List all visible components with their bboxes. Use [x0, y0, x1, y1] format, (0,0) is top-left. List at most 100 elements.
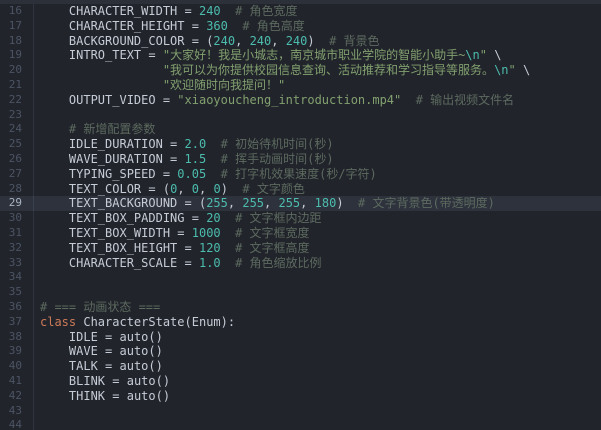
code-line-40[interactable]: 40 TALK = auto() — [0, 359, 601, 374]
code-line-29[interactable]: 29 TEXT_BACKGROUND = (255, 255, 255, 180… — [0, 196, 601, 211]
line-number[interactable]: 40 — [0, 359, 34, 374]
token-st: " — [509, 63, 516, 77]
code-line-25[interactable]: 25 IDLE_DURATION = 2.0 # 初始待机时间(秒) — [0, 137, 601, 152]
code-line-42[interactable]: 42 THINK = auto() — [0, 389, 601, 404]
token-id: BLINK — [69, 374, 105, 388]
token-pu: () — [148, 359, 162, 373]
line-number[interactable]: 18 — [0, 34, 34, 49]
code-line-16[interactable]: 16 CHARACTER_WIDTH = 240 # 角色宽度 — [0, 4, 601, 19]
line-number[interactable]: 28 — [0, 182, 34, 197]
token-ws — [40, 226, 69, 240]
line-number[interactable]: 38 — [0, 330, 34, 345]
token-pu: () — [148, 344, 162, 358]
token-es: \n — [494, 63, 508, 77]
code-line-36[interactable]: 36# === 动画状态 === — [0, 300, 601, 315]
line-number[interactable]: 41 — [0, 374, 34, 389]
line-number[interactable]: 29 — [0, 196, 34, 211]
code-area[interactable]: 16 CHARACTER_WIDTH = 240 # 角色宽度17 CHARAC… — [0, 4, 601, 430]
token-ws — [40, 78, 163, 92]
code-line-content: OUTPUT_VIDEO = "xiaoyoucheng_introductio… — [34, 93, 601, 108]
code-line-23[interactable]: 23 — [0, 108, 601, 123]
line-number[interactable]: 25 — [0, 137, 34, 152]
token-pu: , — [300, 196, 314, 210]
code-line-17[interactable]: 17 CHARACTER_HEIGHT = 360 # 角色高度 — [0, 19, 601, 34]
line-number[interactable]: 23 — [0, 108, 34, 123]
code-line-content: class CharacterState(Enum): — [34, 315, 601, 330]
token-ws — [40, 34, 69, 48]
code-line-44[interactable]: 44 — [0, 418, 601, 430]
code-line-31[interactable]: 31 TEXT_BOX_WIDTH = 1000 # 文字框宽度 — [0, 226, 601, 241]
line-number[interactable]: 31 — [0, 226, 34, 241]
code-line-18[interactable]: 18 BACKGROUND_COLOR = (240, 240, 240) # … — [0, 34, 601, 49]
code-line-19[interactable]: 19 INTRO_TEXT = "大家好！我是小城志，南京城市职业学院的智能小助… — [0, 48, 601, 63]
code-line-content: # 新增配置参数 — [34, 122, 601, 137]
token-pu: ) — [336, 196, 343, 210]
token-pu: , — [177, 182, 191, 196]
token-op: = — [177, 4, 199, 18]
token-pu: ( — [163, 182, 170, 196]
token-st: "我可以为你提供校园信息查询、活动推荐和学习指导等服务。 — [163, 63, 494, 77]
code-line-30[interactable]: 30 TEXT_BOX_PADDING = 20 # 文字框内边距 — [0, 211, 601, 226]
token-ws — [40, 374, 69, 388]
token-cm: # 文字颜色 — [228, 182, 305, 196]
line-number[interactable]: 34 — [0, 270, 34, 285]
code-line-34[interactable]: 34 — [0, 270, 601, 285]
token-op: = — [105, 374, 127, 388]
code-line-21[interactable]: 21 "欢迎随时向我提问！" — [0, 78, 601, 93]
line-number[interactable]: 32 — [0, 241, 34, 256]
token-ws — [40, 330, 69, 344]
token-ws — [40, 211, 69, 225]
code-line-28[interactable]: 28 TEXT_COLOR = (0, 0, 0) # 文字颜色 — [0, 182, 601, 197]
line-number[interactable]: 20 — [0, 63, 34, 78]
line-number[interactable]: 24 — [0, 122, 34, 137]
token-id: auto — [127, 374, 156, 388]
line-number[interactable]: 26 — [0, 152, 34, 167]
code-line-22[interactable]: 22 OUTPUT_VIDEO = "xiaoyoucheng_introduc… — [0, 93, 601, 108]
code-line-37[interactable]: 37class CharacterState(Enum): — [0, 315, 601, 330]
code-line-content: TEXT_BOX_HEIGHT = 120 # 文字框高度 — [34, 241, 601, 256]
token-id: BACKGROUND_COLOR — [69, 34, 185, 48]
code-editor[interactable]: 16 CHARACTER_WIDTH = 240 # 角色宽度17 CHARAC… — [0, 0, 601, 430]
code-line-35[interactable]: 35 — [0, 285, 601, 300]
token-cm: # 文字框内边距 — [221, 211, 322, 225]
line-number[interactable]: 27 — [0, 167, 34, 182]
line-number[interactable]: 39 — [0, 344, 34, 359]
code-line-24[interactable]: 24 # 新增配置参数 — [0, 122, 601, 137]
code-line-38[interactable]: 38 IDLE = auto() — [0, 330, 601, 345]
code-line-content: TEXT_BOX_PADDING = 20 # 文字框内边距 — [34, 211, 601, 226]
token-ws — [40, 63, 163, 77]
code-line-33[interactable]: 33 CHARACTER_SCALE = 1.0 # 角色缩放比例 — [0, 256, 601, 271]
line-number[interactable]: 44 — [0, 418, 34, 430]
token-op: = — [177, 196, 199, 210]
token-op: = — [98, 359, 120, 373]
code-line-39[interactable]: 39 WAVE = auto() — [0, 344, 601, 359]
code-line-27[interactable]: 27 TYPING_SPEED = 0.05 # 打字机效果速度(秒/字符) — [0, 167, 601, 182]
token-op: = — [163, 137, 185, 151]
line-number[interactable]: 33 — [0, 256, 34, 271]
line-number[interactable]: 16 — [0, 4, 34, 19]
token-id: auto — [127, 389, 156, 403]
token-pu: , — [235, 34, 249, 48]
token-cm: # 文字框高度 — [221, 241, 310, 255]
line-number[interactable]: 17 — [0, 19, 34, 34]
token-ws — [40, 256, 69, 270]
token-num: 180 — [315, 196, 337, 210]
line-number[interactable]: 36 — [0, 300, 34, 315]
code-line-26[interactable]: 26 WAVE_DURATION = 1.5 # 挥手动画时间(秒) — [0, 152, 601, 167]
code-line-41[interactable]: 41 BLINK = auto() — [0, 374, 601, 389]
line-number[interactable]: 21 — [0, 78, 34, 93]
line-number[interactable]: 30 — [0, 211, 34, 226]
code-line-20[interactable]: 20 "我可以为你提供校园信息查询、活动推荐和学习指导等服务。\n" \ — [0, 63, 601, 78]
code-line-32[interactable]: 32 TEXT_BOX_HEIGHT = 120 # 文字框高度 — [0, 241, 601, 256]
line-number[interactable]: 42 — [0, 389, 34, 404]
token-pu: , — [264, 196, 278, 210]
line-number[interactable]: 35 — [0, 285, 34, 300]
token-op: = — [185, 19, 207, 33]
line-number[interactable]: 22 — [0, 93, 34, 108]
line-number[interactable]: 19 — [0, 48, 34, 63]
line-number[interactable]: 37 — [0, 315, 34, 330]
token-op: = — [141, 182, 163, 196]
code-line-content: CHARACTER_SCALE = 1.0 # 角色缩放比例 — [34, 256, 601, 271]
code-line-43[interactable]: 43 — [0, 404, 601, 419]
line-number[interactable]: 43 — [0, 404, 34, 419]
